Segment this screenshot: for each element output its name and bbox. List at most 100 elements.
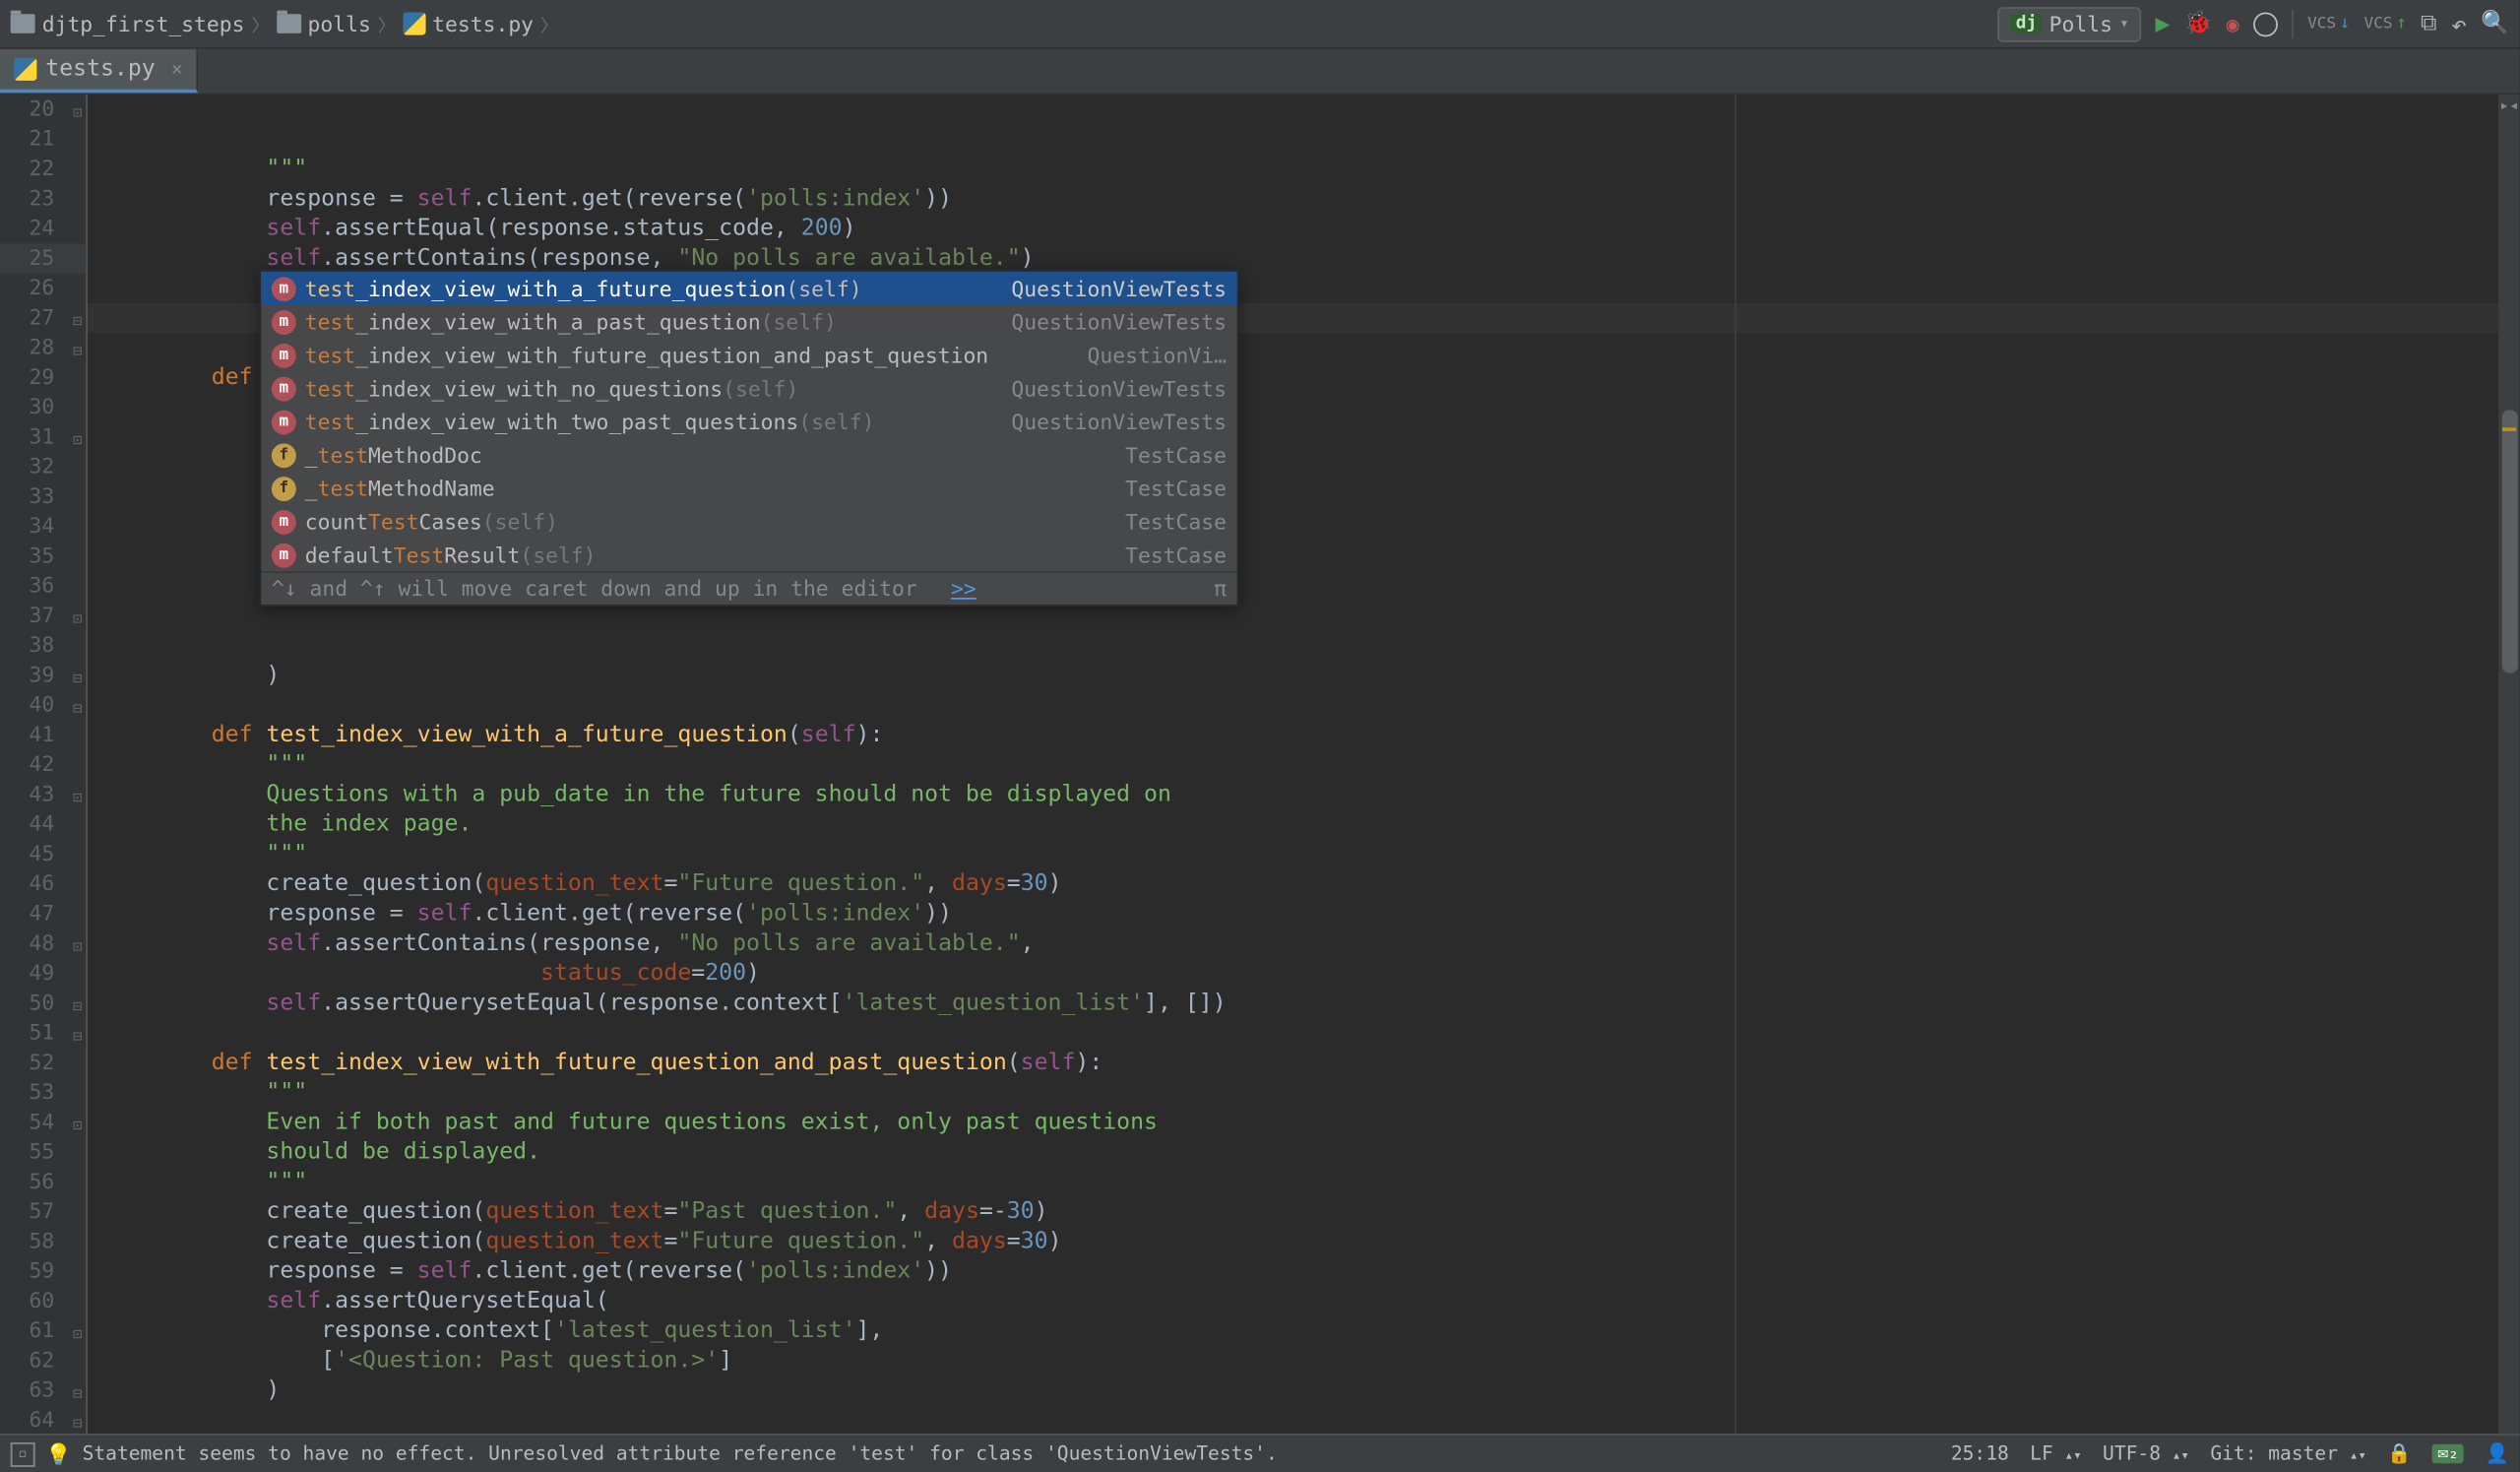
gutter-line[interactable]: 33: [0, 482, 86, 512]
code-line[interactable]: """: [88, 1167, 2520, 1196]
completion-item[interactable]: mcountTestCases(self)TestCase: [261, 505, 1236, 539]
fold-close-icon[interactable]: ⊡: [65, 99, 83, 117]
code-line[interactable]: response.context['latest_question_list']…: [88, 1316, 2520, 1346]
gutter-line[interactable]: 25: [0, 243, 86, 273]
vcs-update-button[interactable]: VCS ↓: [2307, 14, 2350, 33]
editor-gutter[interactable]: 20⊡21222324252627⊟28⊟293031⊡323334353637…: [0, 95, 88, 1434]
gutter-line[interactable]: 52: [0, 1048, 86, 1077]
gutter-line[interactable]: 47: [0, 899, 86, 928]
code-line[interactable]: """: [88, 750, 2520, 780]
code-line[interactable]: ): [88, 661, 2520, 690]
code-line[interactable]: the index page.: [88, 809, 2520, 839]
browser-icon[interactable]: [2253, 12, 2278, 36]
gutter-line[interactable]: 61⊡: [0, 1316, 86, 1346]
gutter-line[interactable]: 36: [0, 571, 86, 601]
code-line[interactable]: ['<Question: Past question.>']: [88, 1346, 2520, 1376]
code-completion-popup[interactable]: mtest_index_view_with_a_future_question(…: [259, 270, 1238, 607]
gutter-line[interactable]: 22: [0, 155, 86, 184]
gutter-line[interactable]: 32: [0, 452, 86, 481]
gutter-line[interactable]: 41: [0, 721, 86, 750]
close-icon[interactable]: ×: [171, 58, 183, 81]
gutter-line[interactable]: 57: [0, 1197, 86, 1227]
gutter-line[interactable]: 40⊟: [0, 690, 86, 720]
caret-position[interactable]: 25:18: [1951, 1442, 2009, 1465]
tool-window-icon[interactable]: ▫: [11, 1441, 35, 1466]
breadcrumb-item-folder[interactable]: polls: [277, 12, 371, 36]
fold-open-icon[interactable]: ⊟: [65, 1381, 83, 1399]
code-line[interactable]: self.assertQuerysetEqual(response.contex…: [88, 989, 2520, 1018]
fold-open-icon[interactable]: ⊟: [65, 1024, 83, 1042]
fold-open-icon[interactable]: ⊟: [65, 993, 83, 1011]
git-branch[interactable]: Git: master ▴▾: [2210, 1442, 2366, 1465]
code-line[interactable]: response = self.client.get(reverse('poll…: [88, 1256, 2520, 1286]
code-line[interactable]: self.assertEqual(response.status_code, 2…: [88, 214, 2520, 243]
gutter-line[interactable]: 64⊟: [0, 1406, 86, 1436]
warning-marker[interactable]: [2502, 427, 2516, 431]
pi-icon[interactable]: π: [1214, 577, 1227, 602]
completion-item[interactable]: mtest_index_view_with_no_questions(self)…: [261, 371, 1236, 405]
gutter-line[interactable]: 55: [0, 1137, 86, 1167]
scrollbar-thumb[interactable]: [2502, 411, 2518, 673]
gutter-line[interactable]: 27⊟: [0, 303, 86, 333]
gutter-line[interactable]: 39⊟: [0, 661, 86, 690]
code-line[interactable]: """: [88, 155, 2520, 184]
code-line[interactable]: [88, 1018, 2520, 1048]
breadcrumb-item-file[interactable]: tests.py: [403, 12, 534, 36]
code-line[interactable]: self.assertContains(response, "No polls …: [88, 928, 2520, 958]
gutter-line[interactable]: 37⊡: [0, 602, 86, 631]
completion-item[interactable]: mtest_index_view_with_a_past_question(se…: [261, 305, 1236, 339]
code-line[interactable]: Even if both past and future questions e…: [88, 1108, 2520, 1137]
gutter-line[interactable]: 44: [0, 809, 86, 839]
fold-open-icon[interactable]: ⊟: [65, 696, 83, 714]
gutter-line[interactable]: 29: [0, 362, 86, 392]
completion-item[interactable]: f_testMethodNameTestCase: [261, 472, 1236, 505]
gutter-line[interactable]: 60: [0, 1287, 86, 1316]
gutter-line[interactable]: 38: [0, 631, 86, 661]
code-line[interactable]: response = self.client.get(reverse('poll…: [88, 184, 2520, 214]
code-line[interactable]: response = self.client.get(reverse('poll…: [88, 899, 2520, 928]
inspection-bulb-icon[interactable]: 💡: [45, 1441, 72, 1466]
gutter-line[interactable]: 35: [0, 542, 86, 571]
completion-item[interactable]: mtest_index_view_with_two_past_questions…: [261, 405, 1236, 438]
completion-item[interactable]: f_testMethodDocTestCase: [261, 438, 1236, 472]
gutter-line[interactable]: 59: [0, 1256, 86, 1286]
gutter-line[interactable]: 20⊡: [0, 95, 86, 124]
completion-item[interactable]: mtest_index_view_with_a_future_question(…: [261, 272, 1236, 305]
fold-close-icon[interactable]: ⊡: [65, 1113, 83, 1130]
code-line[interactable]: [88, 690, 2520, 720]
gutter-line[interactable]: 26: [0, 274, 86, 303]
fold-close-icon[interactable]: ⊡: [65, 607, 83, 624]
scrollbar-track[interactable]: ▸◂: [2498, 95, 2519, 1434]
gutter-line[interactable]: 45: [0, 840, 86, 869]
code-line[interactable]: Questions with a pub_date in the future …: [88, 780, 2520, 809]
vcs-commit-button[interactable]: VCS ↑: [2364, 14, 2407, 33]
code-line[interactable]: [88, 631, 2520, 661]
gutter-line[interactable]: 58: [0, 1227, 86, 1256]
gutter-line[interactable]: 34: [0, 512, 86, 542]
memory-indicator-icon[interactable]: 👤: [2486, 1442, 2509, 1465]
tab-tests-py[interactable]: tests.py ×: [0, 49, 199, 93]
debug-button[interactable]: 🐞: [2184, 11, 2213, 37]
code-line[interactable]: create_question(question_text="Future qu…: [88, 1227, 2520, 1256]
fold-close-icon[interactable]: ⊡: [65, 427, 83, 445]
gutter-line[interactable]: 49: [0, 959, 86, 989]
gutter-line[interactable]: 62: [0, 1346, 86, 1376]
hint-link[interactable]: >>: [951, 577, 976, 602]
code-line[interactable]: [88, 1406, 2520, 1434]
code-line[interactable]: create_question(question_text="Past ques…: [88, 1197, 2520, 1227]
run-button[interactable]: ▶: [2155, 10, 2170, 37]
code-line[interactable]: self.assertQuerysetEqual(: [88, 1287, 2520, 1316]
fold-close-icon[interactable]: ⊡: [65, 1321, 83, 1339]
gutter-line[interactable]: 31⊡: [0, 422, 86, 452]
fold-close-icon[interactable]: ⊡: [65, 785, 83, 802]
breadcrumb-item-project[interactable]: djtp_first_steps: [11, 12, 245, 36]
code-line[interactable]: """: [88, 840, 2520, 869]
coverage-button[interactable]: ◉: [2227, 12, 2239, 36]
fold-open-icon[interactable]: ⊟: [65, 339, 83, 356]
file-encoding[interactable]: UTF-8 ▴▾: [2103, 1442, 2189, 1465]
gutter-line[interactable]: 48⊡: [0, 928, 86, 958]
gutter-line[interactable]: 43⊡: [0, 780, 86, 809]
gutter-line[interactable]: 46: [0, 869, 86, 899]
search-icon[interactable]: 🔍: [2481, 11, 2509, 37]
run-configuration-selector[interactable]: dj Polls ▾: [1998, 6, 2141, 41]
